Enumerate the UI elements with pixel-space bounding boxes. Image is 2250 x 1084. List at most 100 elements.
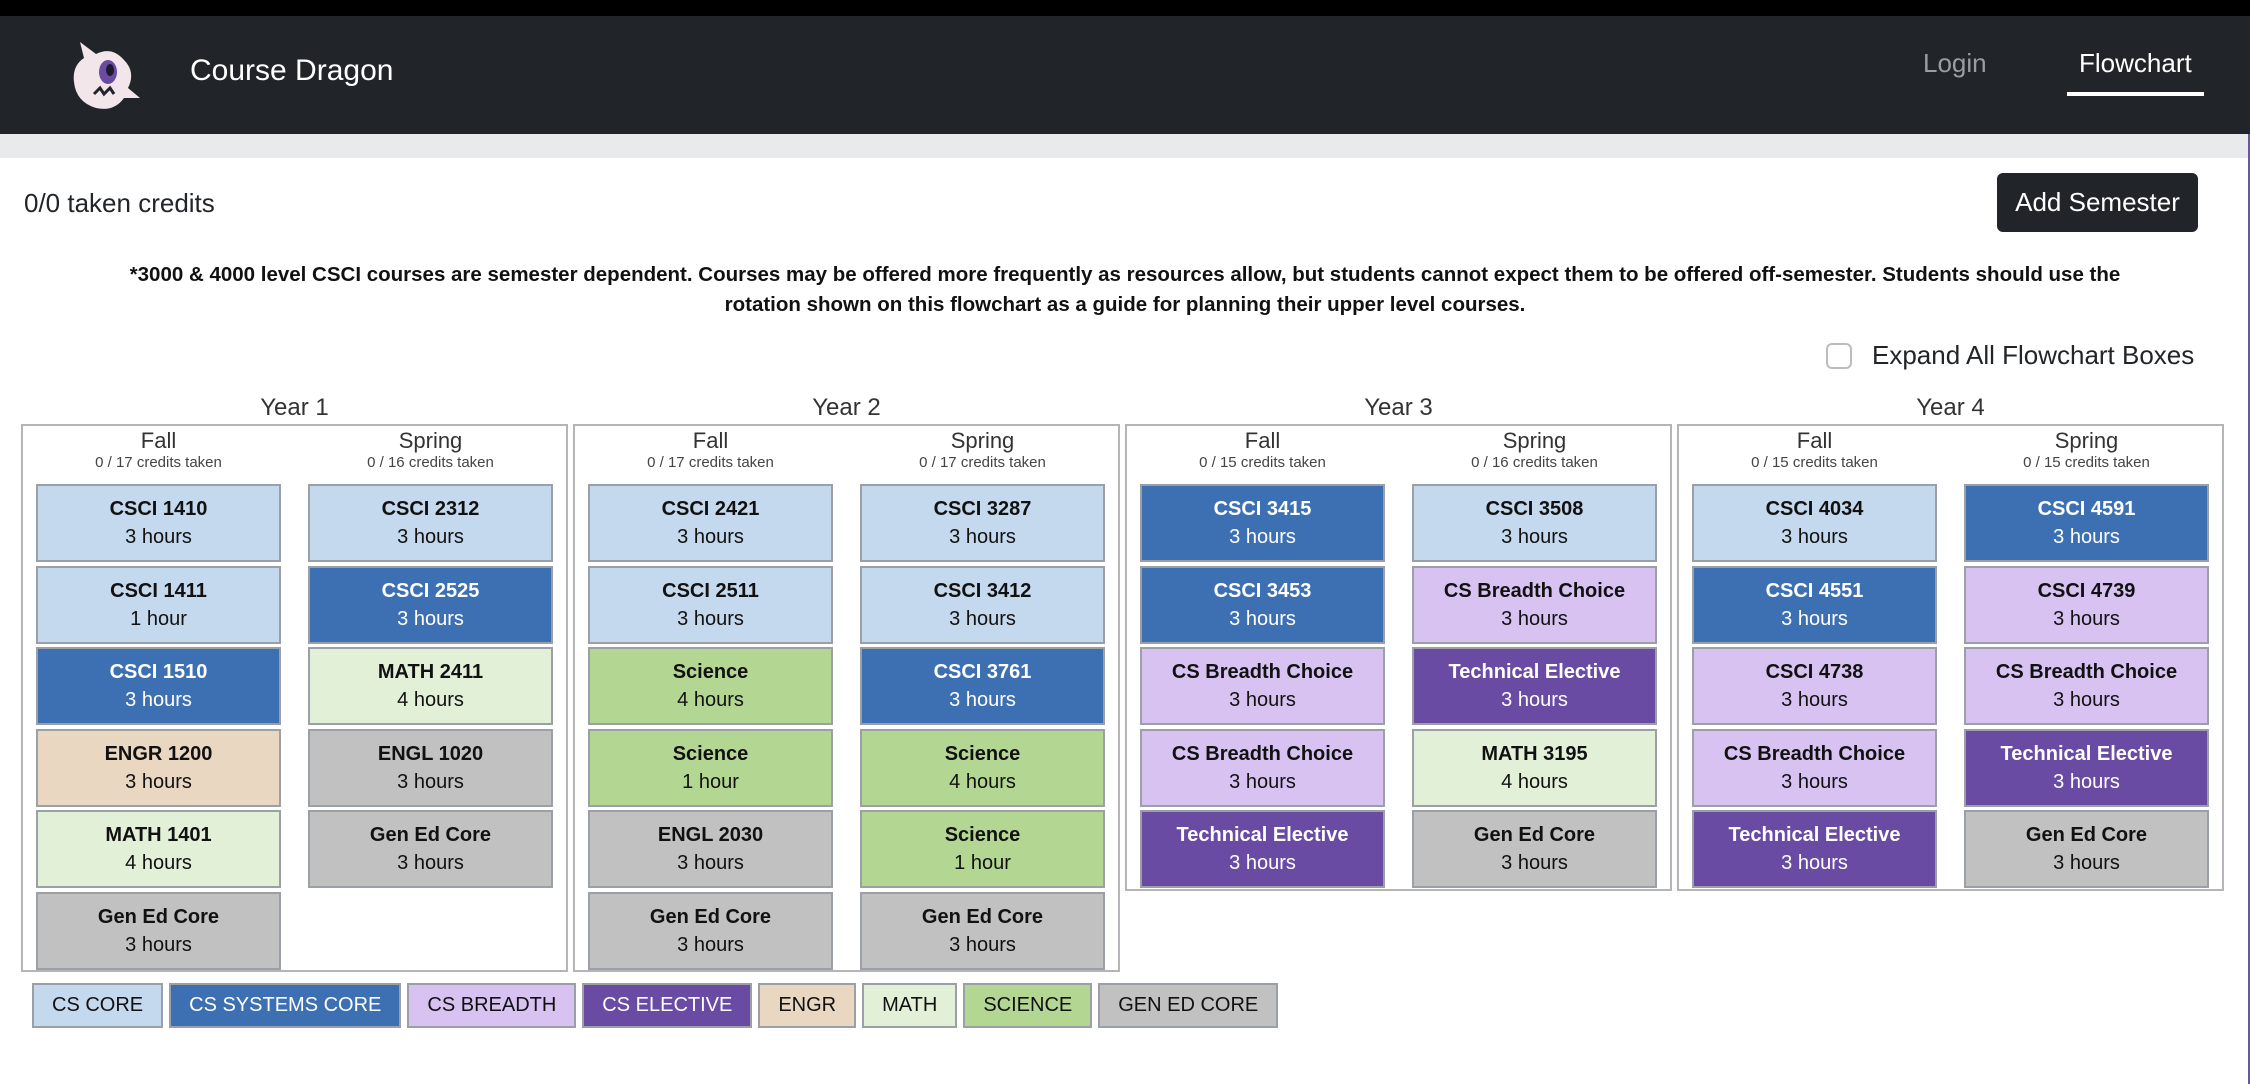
course-hours: 4 hours (397, 689, 464, 711)
course-hours: 3 hours (677, 607, 744, 630)
top-strip (0, 0, 2250, 16)
course-box[interactable]: Science 1 hour (588, 728, 833, 807)
course-box[interactable]: MATH 3195 4 hours (1412, 728, 1657, 807)
semester-name: Fall (140, 428, 177, 453)
course-name: CSCI 3453 (1213, 579, 1312, 602)
year-column: Year 4 Fall 0 / 15 credits taken CSCI 4034 3… (1677, 392, 2224, 891)
course-name: ENGL 1020 (377, 742, 484, 765)
course-box[interactable]: CSCI 4739 3 hours (1964, 565, 2209, 644)
legend-item: CS BREADTH (407, 983, 577, 1028)
course-box[interactable]: Gen Ed Core 3 hours (308, 810, 553, 888)
course-hours: 3 hours (1781, 526, 1848, 548)
legend-item: CS ELECTIVE (582, 983, 753, 1028)
nav-login-link[interactable]: Login (1923, 48, 1987, 79)
course-name: CS Breadth Choice (1723, 742, 1906, 765)
course-box[interactable]: Technical Elective 3 hours (1140, 810, 1385, 888)
year-title: Year 1 (260, 394, 329, 421)
expand-all-checkbox[interactable] (1826, 342, 1852, 369)
course-box[interactable]: CSCI 3508 3 hours (1412, 484, 1657, 562)
course-box[interactable]: CSCI 2312 3 hours (308, 484, 553, 562)
course-name: Science (944, 824, 1021, 846)
course-box[interactable]: Science 4 hours (860, 728, 1105, 807)
course-box[interactable]: CSCI 2525 3 hours (308, 565, 553, 644)
course-box[interactable]: CSCI 2511 3 hours (588, 565, 833, 644)
course-box[interactable]: CS Breadth Choice 3 hours (1964, 647, 2209, 725)
semester-column: Fall 0 / 15 credits taken CSCI 3415 3 hours… (1140, 426, 1385, 888)
course-box[interactable]: CS Breadth Choice 3 hours (1140, 728, 1385, 807)
course-hours: 1 hour (954, 852, 1011, 874)
course-box[interactable]: CSCI 3761 3 hours (860, 647, 1105, 725)
course-name: Technical Elective (2000, 742, 2173, 765)
course-box[interactable]: CSCI 3412 3 hours (860, 565, 1105, 644)
course-box[interactable]: CSCI 1510 3 hours (36, 647, 281, 725)
course-box[interactable]: CSCI 3287 3 hours (860, 484, 1105, 562)
semester-credits: 0 / 15 credits taken (2023, 454, 2150, 471)
course-hours: 3 hours (1229, 852, 1296, 874)
course-name: CS Breadth Choice (1171, 742, 1354, 765)
course-box[interactable]: Gen Ed Core 3 hours (860, 891, 1105, 970)
course-name: CSCI 4551 (1765, 579, 1864, 602)
course-box[interactable]: CS Breadth Choice 3 hours (1692, 728, 1937, 807)
semester-name: Fall (1796, 428, 1833, 453)
course-box[interactable]: Gen Ed Core 3 hours (588, 891, 833, 970)
semester-credits: 0 / 15 credits taken (1751, 454, 1878, 471)
course-name: CSCI 2421 (661, 498, 760, 520)
course-name: CSCI 2312 (381, 498, 480, 520)
course-hours: 3 hours (1229, 607, 1296, 630)
course-hours: 3 hours (949, 526, 1016, 548)
course-hours: 3 hours (397, 607, 464, 630)
expand-all-toggle[interactable]: Expand All Flowchart Boxes (1826, 340, 2194, 371)
course-box[interactable]: CSCI 1411 1 hour (36, 565, 281, 644)
course-box[interactable]: Gen Ed Core 3 hours (1964, 810, 2209, 888)
course-box[interactable]: CSCI 4034 3 hours (1692, 484, 1937, 562)
course-box[interactable]: Gen Ed Core 3 hours (1412, 810, 1657, 888)
course-hours: 4 hours (949, 770, 1016, 793)
course-box[interactable]: ENGR 1200 3 hours (36, 728, 281, 807)
course-hours: 3 hours (2053, 526, 2120, 548)
course-name: MATH 2411 (377, 661, 484, 683)
course-box[interactable]: CSCI 4738 3 hours (1692, 647, 1937, 725)
course-name: CSCI 1410 (109, 498, 208, 520)
year-column: Year 1 Fall 0 / 17 credits taken CSCI 1410 3… (21, 392, 568, 972)
year-box: Fall 0 / 17 credits taken CSCI 2421 3 hours… (573, 424, 1120, 972)
course-box[interactable]: CSCI 1410 3 hours (36, 484, 281, 562)
taken-credits-summary: 0/0 taken credits (24, 188, 215, 218)
brand-title[interactable]: Course Dragon (190, 53, 393, 89)
course-box[interactable]: CS Breadth Choice 3 hours (1140, 647, 1385, 725)
course-hours: 3 hours (677, 933, 744, 956)
year-box: Fall 0 / 15 credits taken CSCI 4034 3 hours… (1677, 424, 2224, 891)
legend-item: SCIENCE (963, 983, 1093, 1028)
course-name: CSCI 1510 (109, 661, 208, 683)
course-box[interactable]: Technical Elective 3 hours (1412, 647, 1657, 725)
expand-all-label[interactable]: Expand All Flowchart Boxes (1872, 340, 2194, 371)
course-box[interactable]: Technical Elective 3 hours (1964, 728, 2209, 807)
course-hours: 3 hours (677, 852, 744, 874)
year-title: Year 2 (812, 394, 881, 421)
course-box[interactable]: CS Breadth Choice 3 hours (1412, 565, 1657, 644)
semester-credits: 0 / 17 credits taken (95, 454, 222, 471)
add-semester-button[interactable]: Add Semester (1997, 173, 2198, 232)
course-box[interactable]: CSCI 4551 3 hours (1692, 565, 1937, 644)
course-hours: 1 hour (682, 770, 739, 793)
course-hours: 4 hours (677, 689, 744, 711)
course-box[interactable]: CSCI 3453 3 hours (1140, 565, 1385, 644)
course-box[interactable]: Science 1 hour (860, 810, 1105, 888)
course-hours: 3 hours (125, 770, 192, 793)
dragon-logo-icon[interactable] (66, 36, 146, 116)
course-name: Science (944, 742, 1021, 765)
course-box[interactable]: Technical Elective 3 hours (1692, 810, 1937, 888)
course-box[interactable]: ENGL 2030 3 hours (588, 810, 833, 888)
course-box[interactable]: Gen Ed Core 3 hours (36, 891, 281, 970)
course-box[interactable]: CSCI 4591 3 hours (1964, 484, 2209, 562)
course-box[interactable]: Science 4 hours (588, 647, 833, 725)
course-box[interactable]: MATH 2411 4 hours (308, 647, 553, 725)
year-title: Year 3 (1364, 394, 1433, 421)
nav-flowchart-link[interactable]: Flowchart (2079, 48, 2192, 79)
course-hours: 3 hours (949, 933, 1016, 956)
course-box[interactable]: CSCI 2421 3 hours (588, 484, 833, 562)
course-box[interactable]: CSCI 3415 3 hours (1140, 484, 1385, 562)
semester-column: Spring 0 / 17 credits taken CSCI 3287 3 hou… (860, 426, 1105, 970)
course-name: Gen Ed Core (1473, 824, 1596, 846)
course-box[interactable]: MATH 1401 4 hours (36, 810, 281, 888)
course-box[interactable]: ENGL 1020 3 hours (308, 728, 553, 807)
